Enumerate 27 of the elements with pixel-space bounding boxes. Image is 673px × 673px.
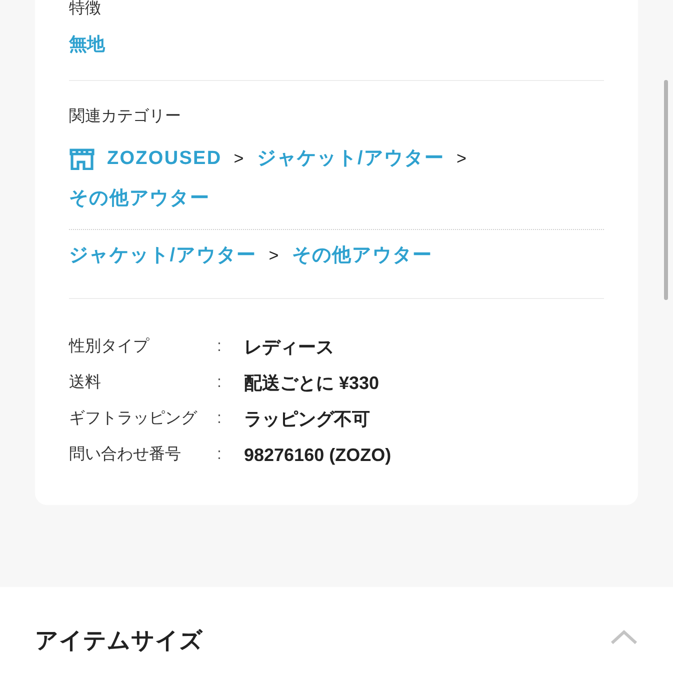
colon: : xyxy=(217,337,222,357)
section-title: アイテムサイズ xyxy=(35,626,203,655)
detail-label: 問い合わせ番号 xyxy=(69,444,182,465)
detail-label: 送料 xyxy=(69,372,102,393)
category-link[interactable]: ジャケット/アウター xyxy=(256,139,444,179)
detail-value: 98276160 (ZOZO) xyxy=(244,444,392,467)
chevron-up-icon[interactable] xyxy=(610,629,638,645)
colon: : xyxy=(217,445,222,465)
category-link[interactable]: その他アウター xyxy=(292,236,433,276)
detail-value: レディース xyxy=(244,336,334,358)
feature-link[interactable]: 無地 xyxy=(69,31,105,58)
detail-value: 配送ごとに ¥330 xyxy=(244,372,380,394)
detail-label: ギフトラッピング xyxy=(69,409,198,429)
detail-value: ラッピング不可 xyxy=(244,408,370,430)
scrollbar[interactable] xyxy=(664,80,668,300)
category-link[interactable]: ZOZOUSED xyxy=(107,139,222,179)
breadcrumb-separator: > xyxy=(234,148,245,170)
category-link[interactable]: その他アウター xyxy=(69,179,210,219)
category-link[interactable]: ジャケット/アウター xyxy=(69,236,257,276)
colon: : xyxy=(217,373,222,393)
store-icon xyxy=(69,148,95,170)
colon: : xyxy=(217,409,222,429)
field-label: 関連カテゴリー xyxy=(69,106,182,127)
breadcrumb-separator: > xyxy=(268,245,280,267)
breadcrumb-separator: > xyxy=(456,148,468,170)
detail-label: 性別タイプ xyxy=(69,336,150,357)
field-label: 特徴 xyxy=(69,0,102,17)
